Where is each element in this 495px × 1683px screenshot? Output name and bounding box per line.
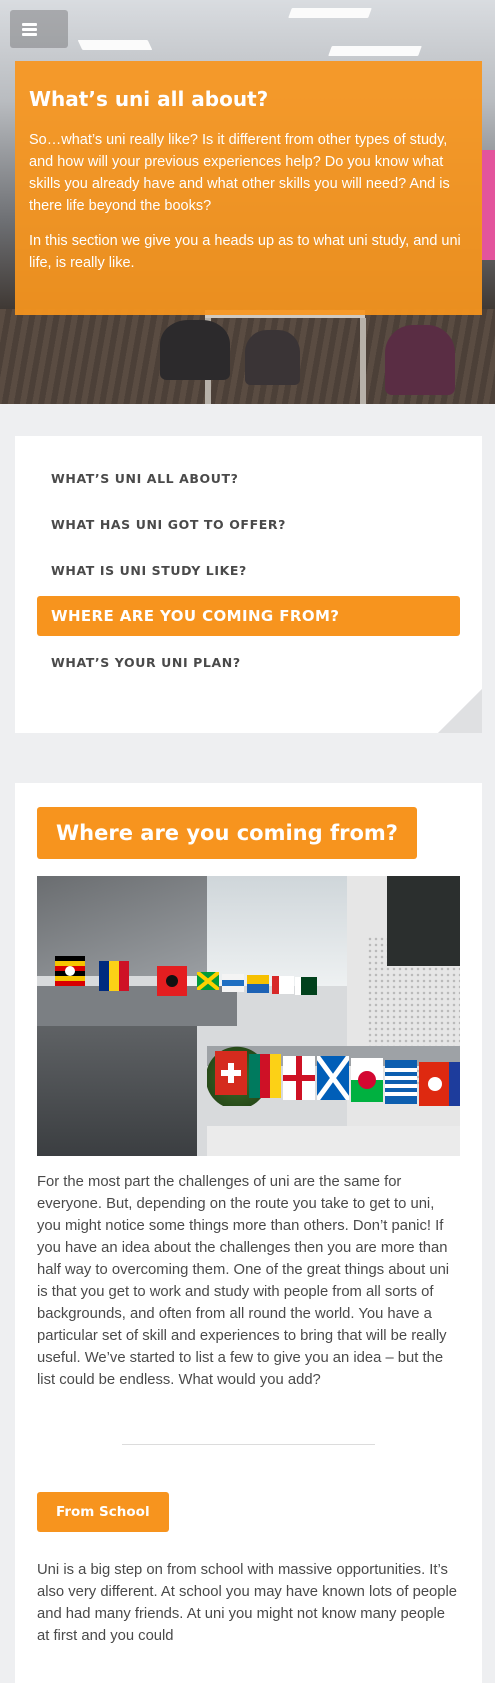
flag-switzerland: [215, 1051, 247, 1095]
divider: [122, 1444, 375, 1445]
ceiling-light: [77, 40, 153, 50]
hamburger-menu-icon: [21, 23, 37, 36]
nav-item-where-are-you-coming-from[interactable]: WHERE ARE YOU COMING FROM?: [37, 596, 460, 636]
nav-item-whats-uni-all-about[interactable]: WHAT’S UNI ALL ABOUT?: [37, 458, 460, 498]
balcony: [37, 986, 237, 1026]
nav-item-what-is-uni-study-like[interactable]: WHAT IS UNI STUDY LIKE?: [37, 550, 460, 590]
intro-text: For the most part the challenges of uni …: [37, 1174, 450, 1388]
desk-leg: [360, 318, 366, 404]
hero-paragraph: So…what’s uni really like? Is it differe…: [29, 132, 450, 214]
flag-england: [283, 1056, 315, 1100]
student-figure: [385, 325, 455, 395]
ground-floor: [207, 1126, 460, 1156]
nav-item-what-has-uni-got-to-offer[interactable]: WHAT HAS UNI GOT TO OFFER?: [37, 504, 460, 544]
ceiling-light: [328, 46, 422, 56]
flag-cameroon: [249, 1054, 281, 1098]
hero-banner: What’s uni all about? So…what’s uni real…: [0, 0, 495, 404]
content-card: Where are you coming from? For the most …: [15, 783, 482, 1683]
flag-wales: [351, 1058, 383, 1102]
flag-pakistan: [295, 977, 317, 995]
flag-hong-kong: [419, 1062, 451, 1106]
section-nav: WHAT’S UNI ALL ABOUT? WHAT HAS UNI GOT T…: [37, 458, 460, 688]
flag-jamaica: [197, 972, 219, 990]
window: [387, 876, 460, 966]
hero-paragraph: In this section we give you a heads up a…: [29, 233, 461, 271]
flag-partial: [449, 1062, 460, 1106]
flag-uganda: [55, 956, 85, 986]
atrium-flags-photo: [37, 876, 460, 1156]
flag-albania: [157, 966, 187, 996]
flag-greece: [385, 1060, 417, 1104]
nav-item-whats-your-uni-plan[interactable]: WHAT’S YOUR UNI PLAN?: [37, 642, 460, 682]
flag-romania: [99, 961, 129, 991]
menu-button[interactable]: [10, 10, 68, 48]
flag-small: [247, 975, 269, 993]
section-heading: Where are you coming from?: [37, 807, 417, 859]
from-school-text: Uni is a big step on from school with ma…: [37, 1562, 458, 1644]
flag-small: [222, 974, 244, 992]
flag-scotland: [317, 1056, 349, 1100]
student-figure: [245, 330, 300, 385]
ceiling-light: [288, 8, 372, 18]
staircase: [37, 1026, 197, 1156]
background-figure: [481, 150, 495, 260]
hero-title: What’s uni all about?: [29, 87, 269, 111]
hero-intro-box: What’s uni all about? So…what’s uni real…: [15, 61, 482, 315]
from-school-button[interactable]: From School: [37, 1492, 169, 1532]
flag-small: [272, 976, 294, 994]
section-nav-card: WHAT’S UNI ALL ABOUT? WHAT HAS UNI GOT T…: [15, 436, 482, 733]
student-figure: [160, 320, 230, 380]
